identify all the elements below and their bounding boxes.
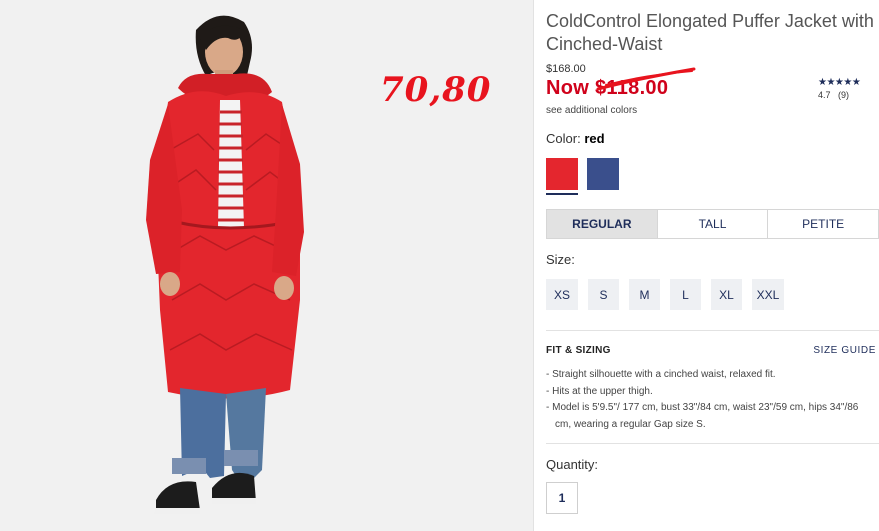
list-item: - Hits at the upper thigh.: [546, 385, 653, 397]
price-strikethrough-mark: [596, 67, 696, 91]
tab-tall[interactable]: TALL: [658, 210, 769, 238]
list-item: - Model is 5'9.5"/ 177 cm, bust 33"/84 c…: [546, 402, 859, 430]
rating-stars-icon: ★★★★★: [818, 77, 861, 88]
see-additional-colors-link[interactable]: see additional colors: [546, 105, 637, 116]
product-rating[interactable]: ★★★★★ 4.7 (9): [818, 77, 861, 100]
list-item: - Straight silhouette with a cinched wai…: [546, 369, 776, 380]
size-option-xl[interactable]: XL: [711, 279, 742, 310]
color-swatch-red[interactable]: [546, 158, 578, 190]
sale-price-prefix: Now: [546, 77, 595, 99]
selected-color: red: [584, 131, 605, 146]
size-option-l[interactable]: L: [670, 279, 701, 310]
product-info-panel: ColdControl Elongated Puffer Jacket with…: [546, 0, 879, 531]
quantity-input[interactable]: 1: [546, 482, 578, 514]
size-option-xs[interactable]: XS: [546, 279, 578, 310]
color-label: Color: red: [546, 131, 605, 146]
divider: [546, 330, 879, 331]
rating-count: (9): [838, 90, 850, 100]
size-label: Size:: [546, 252, 575, 267]
selected-swatch-indicator: [546, 193, 578, 195]
original-price: $168.00: [546, 63, 586, 75]
product-title: ColdControl Elongated Puffer Jacket with…: [546, 11, 874, 54]
handwritten-price-annotation: 70,80: [380, 70, 492, 110]
divider: [546, 443, 879, 444]
size-options: XS S M L XL XXL: [546, 279, 794, 310]
fit-tabs: REGULAR TALL PETITE: [546, 209, 879, 239]
tab-regular[interactable]: REGULAR: [547, 210, 658, 238]
fit-details-list: - Straight silhouette with a cinched wai…: [546, 367, 876, 433]
tab-petite[interactable]: PETITE: [768, 210, 878, 238]
size-option-xxl[interactable]: XXL: [752, 279, 784, 310]
size-option-m[interactable]: M: [629, 279, 660, 310]
size-option-s[interactable]: S: [588, 279, 619, 310]
color-swatch-navy[interactable]: [587, 158, 619, 190]
fit-sizing-heading: FIT & SIZING: [546, 345, 611, 356]
rating-value: 4.7: [818, 90, 831, 100]
size-guide-link[interactable]: SIZE GUIDE: [813, 345, 876, 356]
quantity-label: Quantity:: [546, 457, 599, 472]
